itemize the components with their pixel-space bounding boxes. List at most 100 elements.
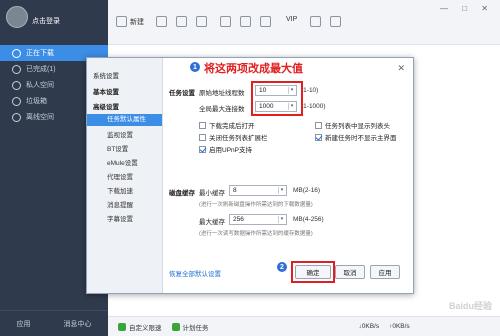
max-conn-label: 全局最大连接数 xyxy=(199,106,245,113)
vip-button[interactable]: VIP xyxy=(286,16,297,23)
checkbox-box xyxy=(199,145,206,153)
up-speed-value: 0KB/s xyxy=(392,323,410,330)
statusbar: 自定义限速 计划任务 ↓ 0KB/s ↑ 0KB/s xyxy=(108,316,500,336)
grid-button[interactable] xyxy=(310,16,324,27)
sidebar-item-label: 已完成(1) xyxy=(26,66,56,73)
max-cache-select[interactable]: 256 ▾ xyxy=(229,214,287,225)
apply-button[interactable]: 应用 xyxy=(370,265,400,279)
checkbox-open-after-download[interactable]: 下载完成后打开 xyxy=(199,120,255,130)
cloud-icon xyxy=(12,112,21,122)
chevron-down-icon: ▾ xyxy=(278,216,285,223)
checkbox-hide-main-on-new[interactable]: 新建任务时不显示主界面 xyxy=(315,132,397,142)
category-accel[interactable]: 下载加速 xyxy=(107,185,133,195)
category-bt[interactable]: BT设置 xyxy=(107,143,128,153)
disk-cache-label: 磁盘缓存 xyxy=(169,190,195,197)
download-icon xyxy=(12,48,21,58)
trash-icon xyxy=(12,96,21,106)
category-task-defaults[interactable]: 任务默认属性 xyxy=(87,114,162,126)
checkbox-enable-upnp[interactable]: 启用UPnP支持 xyxy=(199,144,252,154)
category-advanced-settings[interactable]: 高级设置 xyxy=(93,101,119,111)
max-cache-range: MB(4-256) xyxy=(293,216,324,223)
category-notify[interactable]: 消息提醒 xyxy=(107,199,133,209)
avatar[interactable] xyxy=(6,6,28,28)
window-controls[interactable]: — □ ✕ xyxy=(440,4,494,13)
category-proxy[interactable]: 代理设置 xyxy=(107,171,133,181)
search-icon xyxy=(240,16,251,27)
checkbox-close-extension-bar[interactable]: 关闭任务列表扩展栏 xyxy=(199,132,268,142)
sidebar-bottom: 应用 消息中心 xyxy=(0,310,108,336)
login-link[interactable]: 点击登录 xyxy=(32,16,60,26)
pause-icon xyxy=(176,16,187,27)
play-icon xyxy=(156,16,167,27)
task-settings-label: 任务设置 xyxy=(169,90,195,97)
delete-icon xyxy=(196,16,207,27)
grid-icon xyxy=(310,16,321,27)
checkbox-box xyxy=(199,133,206,141)
checkbox-box xyxy=(199,121,206,129)
new-task-label: 新建 xyxy=(130,18,144,26)
min-cache-range: MB(2-16) xyxy=(293,187,321,194)
skin-icon xyxy=(330,16,341,27)
category-subtitle[interactable]: 字幕设置 xyxy=(107,213,133,223)
search-button[interactable] xyxy=(240,16,254,27)
calendar-icon xyxy=(171,322,180,331)
custom-speed-button[interactable]: 自定义限速 xyxy=(118,322,162,332)
min-cache-note: (进行一次刷新磁盘操作所需达到的下载数据量) xyxy=(199,202,313,208)
speed-icon xyxy=(118,322,126,331)
max-cache-label: 最大缓存 xyxy=(199,219,225,226)
category-system-settings[interactable]: 系统设置 xyxy=(93,70,119,80)
close-icon[interactable]: ✕ xyxy=(397,63,405,74)
checkbox-label: 任务列表中显示列表头 xyxy=(325,123,390,130)
upload-speed: ↑ 0KB/s xyxy=(389,323,410,330)
plan-task-button[interactable]: 计划任务 xyxy=(171,322,209,332)
checkbox-label: 启用UPnP支持 xyxy=(209,147,252,154)
annotation-text: 将这两项改成最大值 xyxy=(204,63,303,75)
category-emule[interactable]: eMule设置 xyxy=(107,157,138,167)
min-cache-select[interactable]: 8 ▾ xyxy=(229,185,287,196)
download-speed: ↓ 0KB/s xyxy=(359,323,380,330)
sidebar-item-label: 垃圾箱 xyxy=(26,98,47,105)
skin-button[interactable] xyxy=(330,16,344,27)
custom-speed-label: 自定义限速 xyxy=(129,324,162,332)
watermark-logo: Baidu经验 xyxy=(448,301,492,311)
lock-icon xyxy=(12,80,21,90)
folder-icon xyxy=(220,16,231,27)
plus-icon xyxy=(116,16,127,27)
highlight-box-fields xyxy=(251,81,303,116)
down-speed-value: 0KB/s xyxy=(361,323,380,330)
gear-icon xyxy=(260,16,271,27)
message-center-button[interactable]: 消息中心 xyxy=(64,319,92,329)
category-basic-settings[interactable]: 基本设置 xyxy=(93,86,119,96)
max-cache-value: 256 xyxy=(233,216,244,223)
folder-button[interactable] xyxy=(220,16,234,27)
max-cache-note: (进行一次读写数据操作所需达到的缓存数据量) xyxy=(199,231,313,237)
restore-defaults-link[interactable]: 恢复全部默认设置 xyxy=(169,268,221,278)
orig-threads-label: 原始地址线程数 xyxy=(199,90,245,97)
checkbox-label: 下载完成后打开 xyxy=(209,123,255,130)
delete-button[interactable] xyxy=(196,16,210,27)
gear-button[interactable] xyxy=(260,16,274,27)
plan-task-label: 计划任务 xyxy=(182,324,209,332)
pause-button[interactable] xyxy=(176,16,190,27)
settings-category-list: 系统设置 基本设置 高级设置 任务默认属性 监视设置 BT设置 eMule设置 … xyxy=(87,58,163,293)
toolbar: 新建 VIP — □ ✕ xyxy=(108,0,500,45)
max-conn-range: (1-1000) xyxy=(301,103,326,110)
checkbox-show-list-header[interactable]: 任务列表中显示列表头 xyxy=(315,120,390,130)
profile-area: 点击登录 xyxy=(0,0,108,45)
vip-label: VIP xyxy=(286,16,298,23)
chevron-down-icon: ▾ xyxy=(278,187,285,194)
new-task-button[interactable]: 新建 xyxy=(116,16,144,27)
min-cache-value: 8 xyxy=(233,187,237,194)
step-badge-2: 2 xyxy=(276,261,288,273)
start-button[interactable] xyxy=(156,16,170,27)
cancel-button[interactable]: 取消 xyxy=(335,265,365,279)
highlight-box-ok xyxy=(291,261,335,283)
checkbox-label: 关闭任务列表扩展栏 xyxy=(209,135,268,142)
checkbox-label: 新建任务时不显示主界面 xyxy=(325,135,397,142)
category-monitor[interactable]: 监视设置 xyxy=(107,129,133,139)
orig-threads-range: (1-10) xyxy=(301,87,319,94)
sidebar-item-label: 私人空间 xyxy=(26,82,54,89)
check-icon xyxy=(12,64,21,74)
apps-button[interactable]: 应用 xyxy=(17,319,31,329)
min-cache-label: 最小缓存 xyxy=(199,190,225,197)
